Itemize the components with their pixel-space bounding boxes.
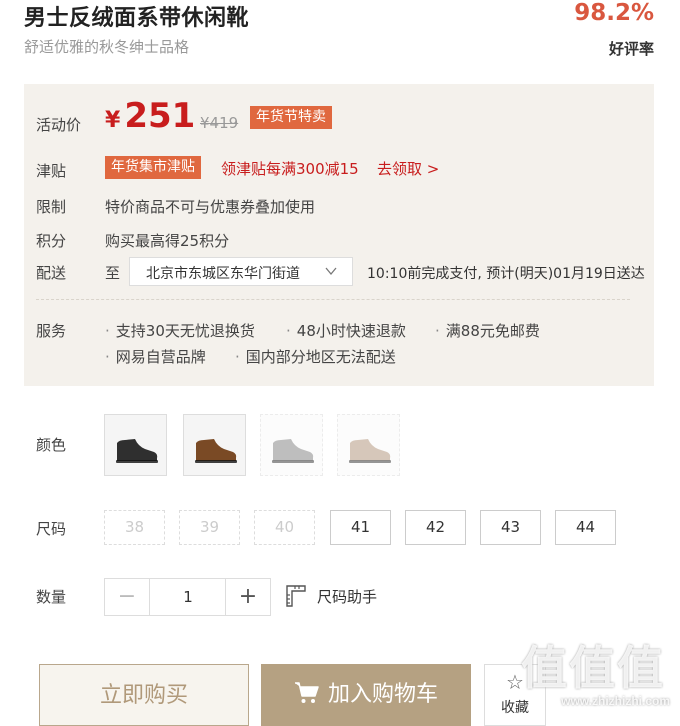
address-value: 北京市东城区东华门街道: [146, 266, 300, 282]
color-swatch-gray-boot: [260, 414, 323, 476]
size-option-43[interactable]: 43: [480, 510, 541, 545]
color-swatch-brown-boot[interactable]: [183, 414, 246, 476]
price-info-panel: 活动价 ¥251 ¥419 年货节特卖 津贴 年货集市津贴 领津贴每满300减1…: [24, 84, 654, 386]
size-label: 尺码: [36, 520, 67, 538]
quantity-input[interactable]: 1: [150, 579, 226, 615]
subsidy-label: 津贴: [36, 162, 67, 180]
product-subtitle: 舒适优雅的秋冬绅士品格: [24, 38, 190, 56]
service-item: · 满88元免邮费: [435, 322, 540, 340]
service-item: · 支持30天无忧退换货: [105, 322, 255, 340]
original-price: ¥419: [200, 114, 239, 132]
service-item: · 网易自营品牌: [105, 348, 206, 366]
boot-icon: [349, 439, 391, 463]
size-option-42[interactable]: 42: [405, 510, 466, 545]
favorite-label: 收藏: [501, 700, 529, 716]
size-helper-link[interactable]: 尺码助手: [285, 584, 377, 608]
limit-label: 限制: [36, 198, 67, 216]
service-item: · 国内部分地区无法配送: [235, 348, 396, 366]
current-price: ¥251: [105, 96, 195, 136]
chevron-down-icon: [324, 264, 338, 282]
boot-icon: [116, 439, 158, 463]
points-text: 购买最高得25积分: [105, 232, 230, 250]
size-option-41[interactable]: 41: [330, 510, 391, 545]
currency-symbol: ¥: [105, 108, 121, 133]
shipping-to-label: 至: [105, 264, 121, 282]
rating-value: 98.2%: [574, 0, 654, 26]
product-header: 男士反绒面系带休闲靴 舒适优雅的秋冬绅士品格 98.2% 好评率: [24, 0, 654, 70]
subsidy-text: 领津贴每满300减15: [221, 160, 359, 178]
size-option-40: 40: [254, 510, 315, 545]
color-swatch-beige-boot: [337, 414, 400, 476]
price-amount: 251: [124, 96, 196, 136]
points-label: 积分: [36, 232, 67, 250]
size-helper-label: 尺码助手: [317, 588, 378, 606]
buy-now-button[interactable]: 立即购买: [39, 664, 249, 726]
star-icon: ☆: [506, 670, 524, 694]
services-label: 服务: [36, 322, 67, 340]
address-select[interactable]: 北京市东城区东华门街道: [129, 257, 353, 286]
service-item: · 48小时快速退款: [286, 322, 406, 340]
rating-label: 好评率: [608, 40, 654, 58]
size-option-39: 39: [179, 510, 240, 545]
cart-icon: [294, 682, 319, 703]
increase-quantity-button[interactable]: +: [225, 579, 270, 615]
shipping-label: 配送: [36, 264, 67, 282]
boot-icon: [272, 439, 314, 463]
size-option-44[interactable]: 44: [555, 510, 616, 545]
festival-sale-badge: 年货节特卖: [250, 106, 332, 129]
color-label: 颜色: [36, 436, 67, 454]
ruler-icon: [286, 585, 306, 607]
claim-subsidy-link[interactable]: 去领取 >: [377, 158, 439, 179]
color-swatch-black-boot[interactable]: [104, 414, 167, 476]
subsidy-badge: 年货集市津贴: [105, 156, 201, 179]
size-option-38: 38: [104, 510, 165, 545]
add-to-cart-button[interactable]: 加入购物车: [261, 664, 471, 726]
favorite-button[interactable]: ☆ 收藏: [484, 664, 546, 726]
add-to-cart-label: 加入购物车: [327, 682, 438, 707]
section-divider: [36, 299, 630, 300]
boot-icon: [195, 439, 237, 463]
product-title: 男士反绒面系带休闲靴: [24, 6, 250, 31]
price-label: 活动价: [36, 116, 82, 134]
delivery-estimate: 10:10前完成支付, 预计(明天)01月19日送达: [367, 266, 645, 282]
decrease-quantity-button[interactable]: −: [105, 579, 150, 615]
quantity-label: 数量: [36, 588, 67, 606]
limit-text: 特价商品不可与优惠券叠加使用: [105, 198, 316, 216]
quantity-stepper: − 1 +: [104, 578, 271, 616]
